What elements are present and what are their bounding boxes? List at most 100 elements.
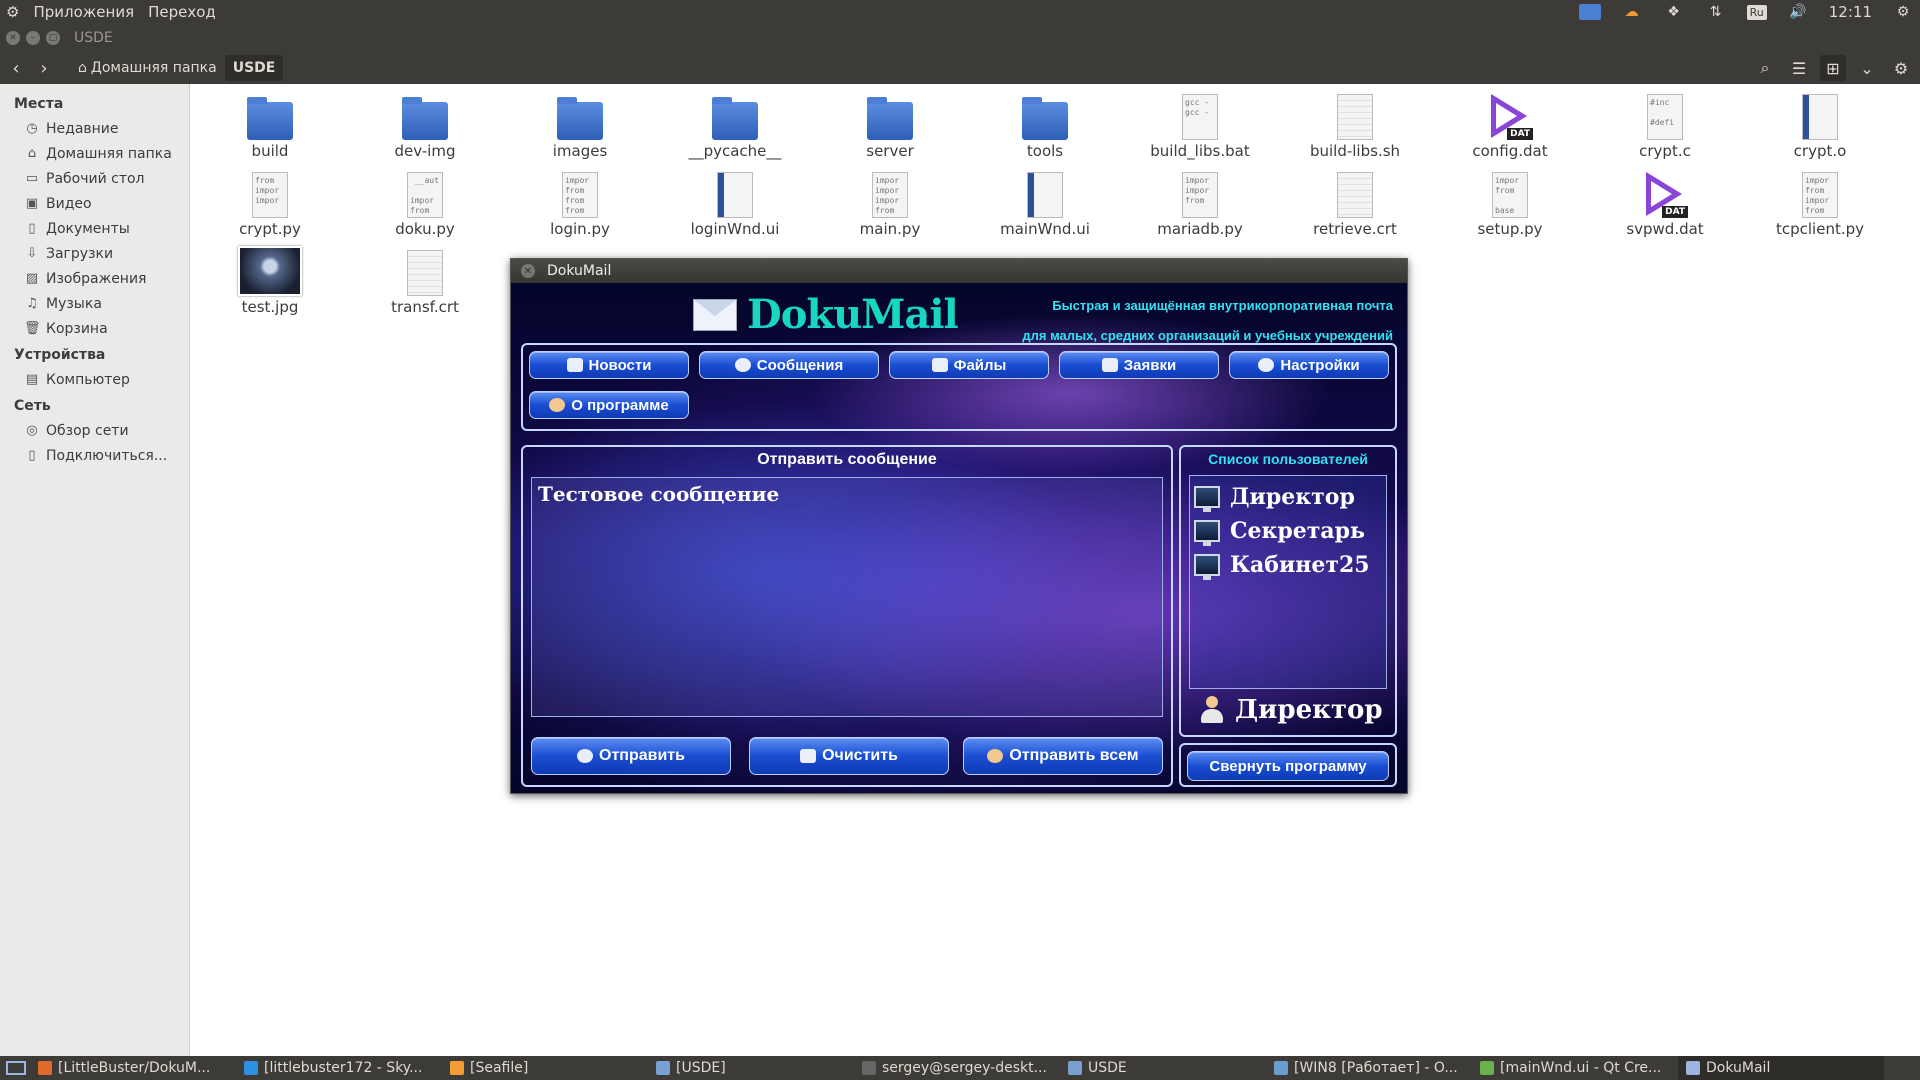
file-item[interactable]: build-libs.sh [1280,92,1430,160]
app-icon [1480,1061,1494,1075]
user-item[interactable]: Директор [1194,480,1382,514]
taskbar-item[interactable]: [Seafile] [442,1056,648,1080]
dropbox-icon[interactable]: ❖ [1663,3,1685,21]
back-button[interactable]: ‹ [4,55,28,81]
folder-tray-icon[interactable] [1578,3,1601,21]
file-item[interactable]: impor from impor from tcpclient.py [1745,170,1895,238]
file-item[interactable]: impor from base setup.py [1435,170,1585,238]
file-item[interactable]: gcc - gcc - build_libs.bat [1125,92,1275,160]
clear-button[interactable]: Очистить [749,737,949,775]
file-item[interactable]: dev-img [350,92,500,160]
file-item[interactable]: build [195,92,345,160]
file-item[interactable]: images [505,92,655,160]
sidebar-item[interactable]: ◎ Обзор сети [0,418,189,443]
gear-icon[interactable]: ⚙ [1888,55,1914,81]
close-window-button[interactable]: ✕ [6,31,20,45]
dokumail-slogan: Быстрая и защищённая внутрикорпоративная… [1022,291,1393,351]
taskbar-item[interactable]: [mainWnd.ui - Qt Cre... [1472,1056,1678,1080]
file-item[interactable]: loginWnd.ui [660,170,810,238]
taskbar-item[interactable]: DokuMail [1678,1056,1884,1080]
requests-button[interactable]: Заявки [1059,351,1219,379]
sidebar-item[interactable]: ▨ Изображения [0,266,189,291]
sidebar-item[interactable]: ▤ Компьютер [0,367,189,392]
file-item[interactable]: mainWnd.ui [970,170,1120,238]
chevron-down-icon[interactable]: ⌄ [1854,55,1880,81]
taskbar-item[interactable]: sergey@sergey-deskt... [854,1056,1060,1080]
taskbar-item-label: [mainWnd.ui - Qt Cre... [1500,1060,1662,1076]
breadcrumb-usde[interactable]: USDE [224,55,284,81]
taskbar-item[interactable]: [USDE] [648,1056,854,1080]
session-gear-icon[interactable]: ⚙ [1892,3,1914,21]
search-icon[interactable]: ⌕ [1752,55,1778,81]
file-item[interactable]: impor impor impor from main.py [815,170,965,238]
sidebar-item[interactable]: ▯ Подключиться... [0,443,189,468]
file-item[interactable]: retrieve.crt [1280,170,1430,238]
file-item[interactable]: server [815,92,965,160]
send-label: Отправить [599,747,685,764]
network-transfer-icon[interactable]: ⇅ [1705,3,1727,21]
message-textarea[interactable]: Тестовое сообщение [531,477,1163,717]
taskbar-item[interactable]: [LittleBuster/DokuM... [30,1056,236,1080]
breadcrumb-home[interactable]: ⌂ Домашняя папка [70,55,225,81]
about-button[interactable]: О программе [529,391,689,419]
send-button[interactable]: Отправить [531,737,731,775]
file-item[interactable]: transf.crt [350,248,500,316]
forward-button[interactable]: › [32,55,56,81]
show-desktop-icon[interactable] [6,1061,26,1075]
menu-applications[interactable]: Приложения [33,3,134,21]
settings-button[interactable]: Настройки [1229,351,1389,379]
taskbar-item[interactable]: USDE [1060,1056,1266,1080]
sidebar-item[interactable]: ▭ Рабочий стол [0,166,189,191]
file-item[interactable]: test.jpg [195,246,345,316]
grid-view-icon[interactable]: ⊞ [1820,55,1846,81]
messages-button[interactable]: Сообщения [699,351,879,379]
code-file-icon: from impor impor [252,172,288,218]
file-name: retrieve.crt [1313,220,1397,238]
file-item[interactable]: DAT config.dat [1435,92,1585,160]
taskbar-item-label: [WIN8 [Работает] - O... [1294,1060,1458,1076]
trash-icon: 🗑 [24,321,41,336]
text-file-icon [1337,172,1373,218]
file-thumbnail: impor impor from [1125,170,1275,218]
folder-icon [402,97,448,140]
file-item[interactable]: #inc #defi crypt.c [1590,92,1740,160]
minimize-program-button[interactable]: Свернуть программу [1187,751,1389,781]
taskbar-item[interactable]: [littlebuster172 - Sky... [236,1056,442,1080]
sidebar-item[interactable]: ▯ Документы [0,216,189,241]
menu-places[interactable]: Переход [148,3,216,21]
file-item[interactable]: crypt.o [1745,92,1895,160]
file-item[interactable]: impor impor from mariadb.py [1125,170,1275,238]
file-item[interactable]: impor from from from login.py [505,170,655,238]
news-button[interactable]: Новости [529,351,689,379]
sidebar-item[interactable]: 🗑 Корзина [0,316,189,341]
sidebar-item[interactable]: ⌂ Домашняя папка [0,141,189,166]
sidebar-item[interactable]: ◷ Недавние [0,116,189,141]
send-all-button[interactable]: Отправить всем [963,737,1163,775]
system-tray: ☁ ❖ ⇅ Ru 🔊 12:11 ⚙ [1578,0,1914,24]
dokumail-window: ✕ DokuMail DokuMail Быстрая и защищённая… [510,258,1408,794]
file-thumbnail: impor from from from [505,170,655,218]
file-item[interactable]: tools [970,92,1120,160]
user-item[interactable]: Секретарь [1194,514,1382,548]
sidebar-item[interactable]: ♫ Музыка [0,291,189,316]
file-item[interactable]: __pycache__ [660,92,810,160]
keyboard-layout-indicator[interactable]: Ru [1746,4,1767,20]
file-thumbnail [1745,92,1895,140]
file-item[interactable]: DAT svpwd.dat [1590,170,1740,238]
dokumail-close-icon[interactable]: ✕ [521,264,535,278]
volume-icon[interactable]: 🔊 [1787,3,1809,21]
file-item[interactable]: from impor impor crypt.py [195,170,345,238]
files-button[interactable]: Файлы [889,351,1049,379]
list-view-icon[interactable]: ☰ [1786,55,1812,81]
ubuntu-logo-icon[interactable]: ⚙ [6,3,19,21]
sidebar-item[interactable]: ⇩ Загрузки [0,241,189,266]
user-item[interactable]: Кабинет25 [1194,548,1382,582]
sidebar-item[interactable]: ▣ Видео [0,191,189,216]
clock[interactable]: 12:11 [1829,3,1872,21]
maximize-window-button[interactable]: ▢ [46,31,60,45]
file-item[interactable]: __aut impor from doku.py [350,170,500,238]
clear-label: Очистить [822,747,898,764]
minimize-window-button[interactable]: – [26,31,40,45]
taskbar-item[interactable]: [WIN8 [Работает] - O... [1266,1056,1472,1080]
seafile-icon[interactable]: ☁ [1621,3,1643,21]
